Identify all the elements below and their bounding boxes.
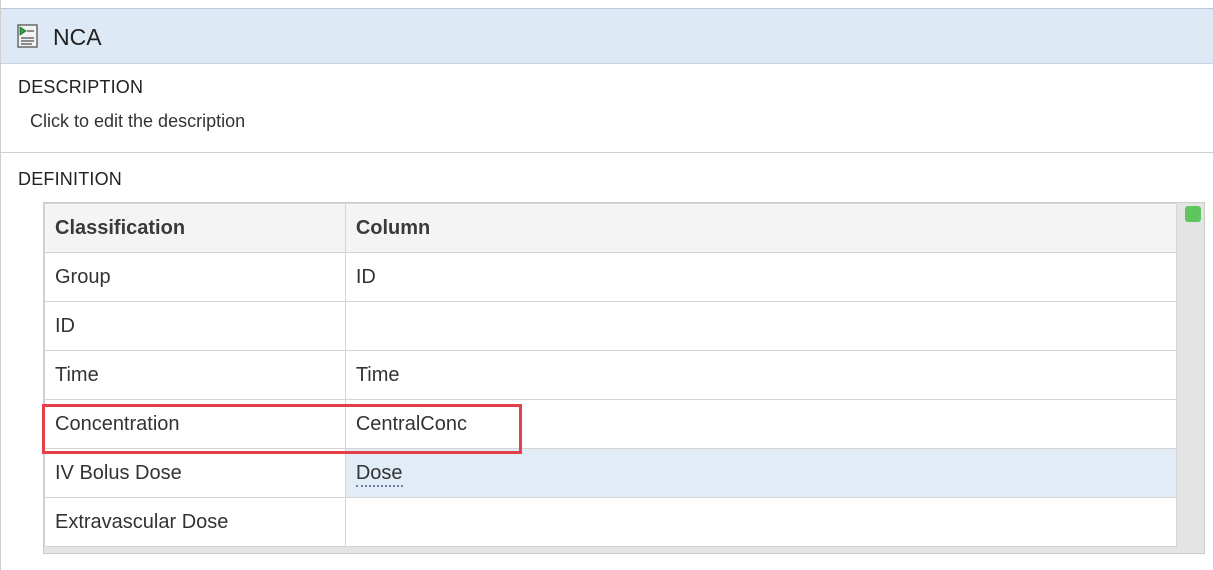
column-cell[interactable]: ID xyxy=(344,252,1178,302)
section-divider xyxy=(1,152,1213,153)
status-indicator xyxy=(1185,206,1201,222)
table-row[interactable]: Time Time xyxy=(44,350,1178,400)
table-header-row: Classification Column xyxy=(44,203,1178,253)
column-cell[interactable] xyxy=(344,301,1178,351)
table-row[interactable]: Extravascular Dose xyxy=(44,497,1178,547)
column-header-classification: Classification xyxy=(44,203,346,253)
classification-cell: Group xyxy=(44,252,346,302)
title-bar: NCA xyxy=(1,8,1213,64)
definition-table: Classification Column Group ID ID Time T… xyxy=(44,203,1178,547)
description-heading: DESCRIPTION xyxy=(18,77,144,97)
table-row[interactable]: Concentration CentralConc xyxy=(44,399,1178,449)
column-cell[interactable]: Time xyxy=(344,350,1178,400)
description-text[interactable]: Click to edit the description xyxy=(30,110,245,132)
definition-table-container: Classification Column Group ID ID Time T… xyxy=(43,202,1205,554)
classification-cell: IV Bolus Dose xyxy=(44,448,346,498)
classification-cell: ID xyxy=(44,301,346,351)
script-document-icon xyxy=(17,24,38,48)
column-cell-editing[interactable]: Dose xyxy=(344,448,1178,498)
column-cell[interactable] xyxy=(344,497,1178,547)
classification-cell: Time xyxy=(44,350,346,400)
table-row-selected[interactable]: IV Bolus Dose Dose xyxy=(44,448,1178,498)
page-title: NCA xyxy=(53,24,102,50)
column-cell[interactable]: CentralConc xyxy=(344,399,1178,449)
table-row[interactable]: ID xyxy=(44,301,1178,351)
classification-cell: Concentration xyxy=(44,399,346,449)
table-row[interactable]: Group ID xyxy=(44,252,1178,302)
nca-task-panel: NCA DESCRIPTION Click to edit the descri… xyxy=(0,0,1213,570)
classification-cell: Extravascular Dose xyxy=(44,497,346,547)
column-header-column: Column xyxy=(344,203,1178,253)
column-value[interactable]: Dose xyxy=(355,461,403,487)
definition-heading: DEFINITION xyxy=(18,169,122,189)
